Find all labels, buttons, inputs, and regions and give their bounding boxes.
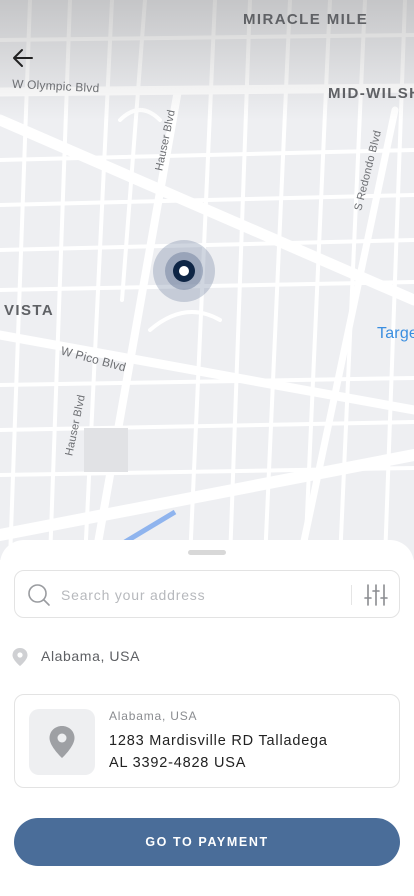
back-button[interactable]: [10, 44, 38, 72]
map-poi-target[interactable]: Targe: [377, 325, 414, 343]
address-line-1: 1283 Mardisville RD Talladega: [109, 733, 328, 749]
current-location-marker: [153, 240, 215, 302]
map-pin-icon: [49, 726, 75, 758]
address-line-2: AL 3392-4828 USA: [109, 755, 247, 771]
search-bar: [14, 570, 400, 618]
arrow-left-icon: [13, 49, 33, 67]
search-icon: [28, 584, 50, 606]
map-label-mid-wilshire: MID-WILSH: [328, 85, 414, 102]
map-label-miracle-mile: MIRACLE MILE: [243, 11, 369, 28]
map-pin-icon: [12, 648, 28, 666]
address-pin-box: [29, 709, 95, 775]
map-view[interactable]: MIRACLE MILE MID-WILSH W Olympic Blvd Ha…: [0, 0, 414, 560]
sliders-icon[interactable]: [363, 583, 389, 607]
map-label-vista: VISTA: [4, 302, 55, 319]
sheet-grabber[interactable]: [188, 550, 226, 555]
address-region: Alabama, USA: [109, 709, 198, 723]
address-card[interactable]: Alabama, USA 1283 Mardisville RD Tallade…: [14, 694, 400, 788]
go-to-payment-button[interactable]: GO TO PAYMENT: [14, 818, 400, 866]
current-location-label: Alabama, USA: [41, 648, 141, 664]
search-divider: [351, 585, 352, 605]
search-input[interactable]: [61, 579, 341, 611]
address-bottom-sheet: Alabama, USA Alabama, USA 1283 Mardisvil…: [0, 540, 414, 896]
